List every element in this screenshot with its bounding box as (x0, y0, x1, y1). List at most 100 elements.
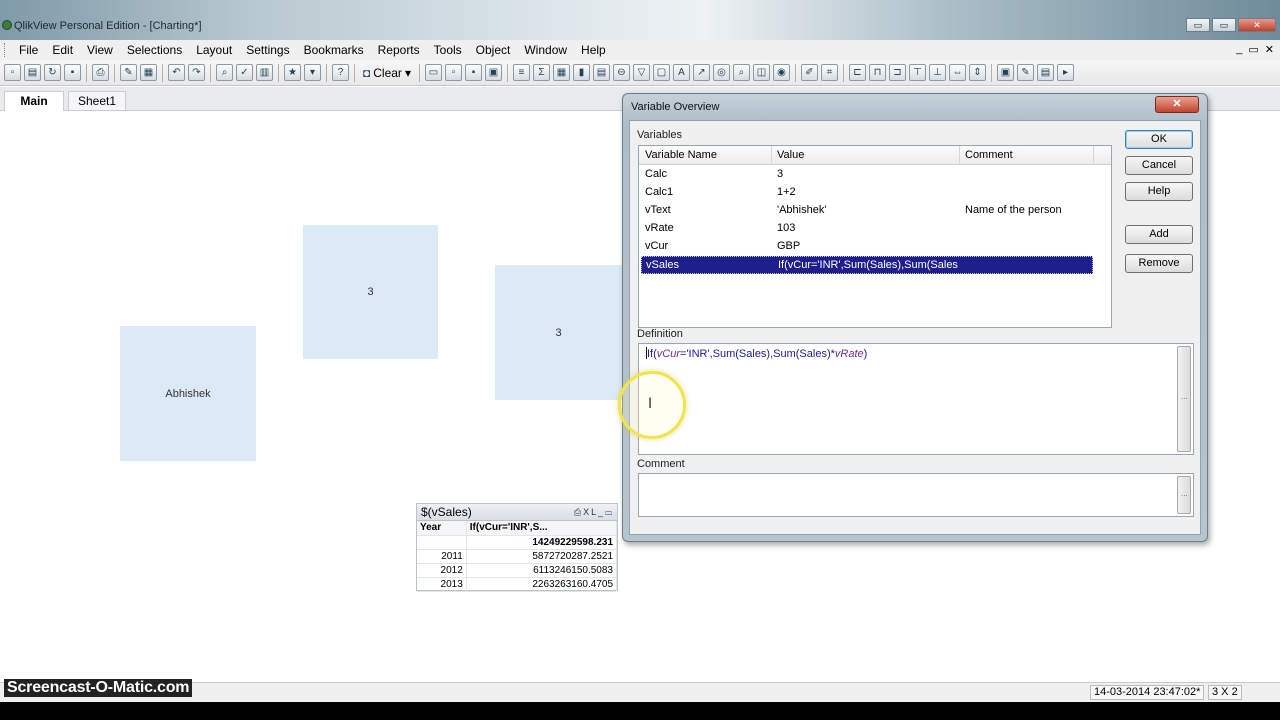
year-cell[interactable]: 2012 (417, 563, 467, 578)
reload-icon[interactable]: ↻ (44, 64, 61, 81)
new-document-icon[interactable]: ▫ (4, 64, 21, 81)
menu-view[interactable]: View (80, 40, 120, 60)
menu-object[interactable]: Object (469, 40, 518, 60)
search-object-icon[interactable]: ⌕ (732, 64, 750, 81)
column-header-comment[interactable]: Comment (965, 149, 1013, 161)
document-properties-icon[interactable]: ▣ (996, 64, 1014, 81)
variable-row[interactable]: vCur GBP (639, 238, 1095, 256)
design-grid-icon[interactable]: ⌗ (820, 64, 838, 81)
slider-icon[interactable]: ◎ (712, 64, 730, 81)
menu-edit[interactable]: Edit (45, 40, 80, 60)
current-selections-box-icon[interactable]: ⊖ (612, 64, 630, 81)
menu-settings[interactable]: Settings (239, 40, 296, 60)
doc-restore-button[interactable]: ▭ (1248, 43, 1258, 56)
menu-reports[interactable]: Reports (371, 40, 427, 60)
edit-script-icon[interactable]: ✎ (120, 64, 137, 81)
menu-window[interactable]: Window (517, 40, 574, 60)
text-object-calc1[interactable]: 3 (495, 265, 622, 400)
menu-file[interactable]: File (12, 40, 45, 60)
new-sheet-icon[interactable]: ▫ (444, 64, 462, 81)
excel-export-icon[interactable]: XL (583, 507, 598, 517)
column-divider[interactable] (959, 146, 960, 165)
column-divider[interactable] (771, 146, 772, 165)
align-right-icon[interactable]: ⊐ (888, 64, 906, 81)
comment-editor[interactable]: ... (638, 473, 1194, 517)
straight-table-vsales[interactable]: $(vSales) ⎙XL_▭ Year If(vCur='INR',S... … (416, 503, 618, 592)
redo-icon[interactable]: ↷ (188, 64, 205, 81)
close-window-button[interactable]: ✕ (1238, 18, 1276, 32)
space-horizontal-icon[interactable]: ⇔ (948, 64, 966, 81)
doc-close-button[interactable]: ✕ (1265, 43, 1274, 56)
lock-icon[interactable]: ▪ (464, 64, 482, 81)
input-box-icon[interactable]: ▤ (592, 64, 610, 81)
text-object-calc[interactable]: 3 (303, 225, 438, 359)
sheet-properties-icon[interactable]: ▭ (424, 64, 442, 81)
edit-module-icon[interactable]: ▦ (140, 64, 157, 81)
align-center-icon[interactable]: ⊓ (868, 64, 886, 81)
maximize-icon[interactable]: ▭ (605, 507, 614, 517)
column-header-value[interactable]: Value (777, 149, 804, 161)
variables-list[interactable]: Variable Name Value Comment Calc 3 Calc1… (638, 145, 1112, 328)
undo-icon[interactable]: ↶ (168, 64, 185, 81)
save-icon[interactable]: ▪ (64, 64, 81, 81)
variable-row[interactable]: Calc 3 (639, 166, 1095, 184)
menu-grip-icon[interactable] (4, 43, 8, 57)
variable-row[interactable]: Calc1 1+2 (639, 184, 1095, 202)
comment-expand-button[interactable]: ... (1177, 476, 1191, 514)
align-top-icon[interactable]: ⊤ (908, 64, 926, 81)
multi-box-icon[interactable]: ▽ (632, 64, 650, 81)
definition-expand-button[interactable]: ... (1177, 346, 1191, 452)
maximize-button[interactable]: ▭ (1212, 18, 1236, 32)
bookmark-icon[interactable]: ★ (284, 64, 301, 81)
tab-sheet1[interactable]: Sheet1 (68, 91, 126, 111)
cancel-button[interactable]: Cancel (1125, 156, 1193, 175)
column-header-year[interactable]: Year (417, 521, 467, 536)
statistics-box-icon[interactable]: Σ (532, 64, 550, 81)
bookmark-dropdown-icon[interactable]: ▾ (304, 64, 321, 81)
help-button[interactable]: Help (1125, 182, 1193, 201)
button-object-icon[interactable]: ▢ (652, 64, 670, 81)
remove-variable-button[interactable]: Remove (1125, 254, 1193, 273)
print-icon[interactable]: ⎙ (92, 64, 109, 81)
year-cell[interactable]: 2013 (417, 577, 467, 592)
edit-expression-icon[interactable]: ✎ (1016, 64, 1034, 81)
column-divider[interactable] (1093, 146, 1094, 165)
menu-tools[interactable]: Tools (427, 40, 469, 60)
variable-row[interactable]: vRate 103 (639, 220, 1095, 238)
help-icon[interactable]: ? (332, 64, 349, 81)
table-box-icon[interactable]: ▦ (552, 64, 570, 81)
print-icon[interactable]: ⎙ (574, 507, 583, 517)
table-caption[interactable]: $(vSales) ⎙XL_▭ (417, 504, 617, 521)
bookmark-object-icon[interactable]: ◫ (752, 64, 770, 81)
menu-help[interactable]: Help (574, 40, 613, 60)
clear-button[interactable]: ◘ Clear ▾ (360, 66, 414, 80)
open-folder-icon[interactable]: ▤ (24, 64, 41, 81)
search-icon[interactable]: ⌕ (216, 64, 233, 81)
list-box-icon[interactable]: ≡ (512, 64, 530, 81)
format-painter-icon[interactable]: ✐ (800, 64, 818, 81)
ok-button[interactable]: OK (1125, 130, 1193, 149)
add-variable-button[interactable]: Add (1125, 225, 1193, 244)
menu-selections[interactable]: Selections (120, 40, 189, 60)
chevron-down-icon[interactable]: ▾ (405, 66, 411, 80)
column-header-variable-name[interactable]: Variable Name (645, 149, 717, 161)
space-vertical-icon[interactable]: ⇕ (968, 64, 986, 81)
dialog-close-button[interactable]: ✕ (1155, 96, 1199, 113)
column-header-expression[interactable]: If(vCur='INR',S... (466, 521, 618, 536)
variable-row[interactable]: vText 'Abhishek' Name of the person (639, 202, 1095, 220)
align-left-icon[interactable]: ⊏ (848, 64, 866, 81)
align-bottom-icon[interactable]: ⊥ (928, 64, 946, 81)
chart-icon[interactable]: ▮ (572, 64, 590, 81)
year-cell[interactable]: 2011 (417, 549, 467, 564)
toolbar-overflow-icon[interactable]: ▸ (1056, 64, 1074, 81)
definition-editor[interactable]: If(vCur='INR',Sum(Sales),Sum(Sales)*vRat… (638, 343, 1194, 455)
variable-row-selected[interactable]: vSales If(vCur='INR',Sum(Sales),Sum(Sale… (641, 256, 1093, 274)
menu-bookmarks[interactable]: Bookmarks (297, 40, 371, 60)
text-object-icon[interactable]: A (672, 64, 690, 81)
doc-minimize-button[interactable]: _ (1236, 43, 1242, 56)
container-icon[interactable]: ◉ (772, 64, 790, 81)
user-preferences-icon[interactable]: ▤ (1036, 64, 1054, 81)
line-arrow-icon[interactable]: ↗ (692, 64, 710, 81)
menu-layout[interactable]: Layout (189, 40, 239, 60)
minimize-button[interactable]: ▭ (1186, 18, 1210, 32)
